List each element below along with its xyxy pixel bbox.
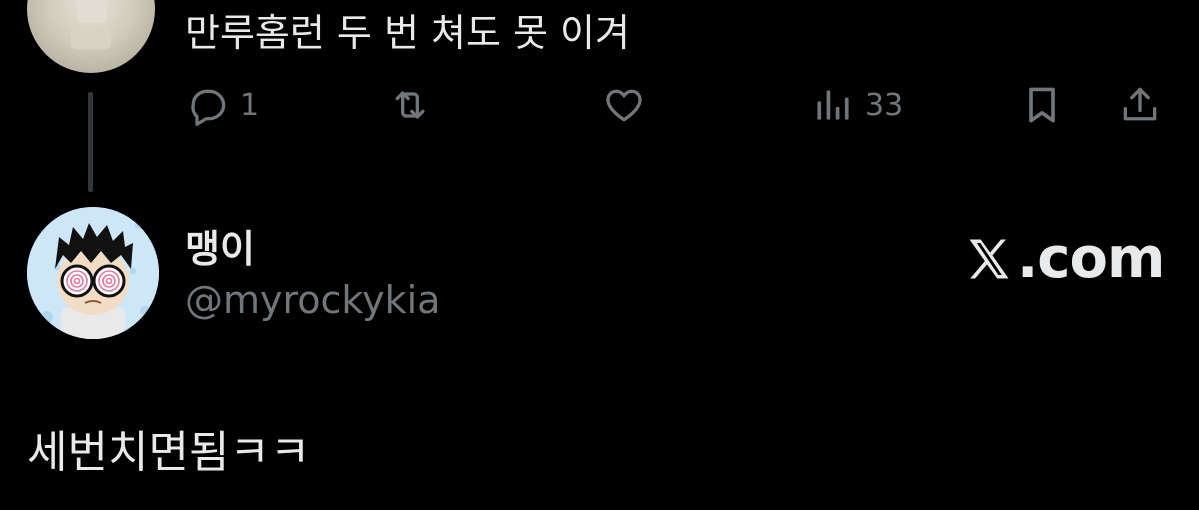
bookmark-button[interactable]: [1020, 82, 1064, 128]
reply-author-avatar[interactable]: [27, 0, 155, 73]
reply-count: 1: [240, 87, 260, 123]
heart-icon: [606, 89, 642, 122]
share-button[interactable]: [1118, 82, 1162, 128]
bar-chart-icon: [817, 90, 849, 120]
cartoon-face-avatar-icon: [27, 207, 159, 339]
tweet-author-avatar[interactable]: [27, 207, 159, 339]
x-com-brand: .com: [963, 226, 1165, 291]
reply-text: 만루홈런 두 번 쳐도 못 이겨: [185, 11, 630, 55]
views-count: 33: [865, 87, 904, 123]
brand-domain-label: .com: [1017, 226, 1165, 291]
reply-action-button[interactable]: 1: [186, 82, 259, 128]
like-button[interactable]: [602, 82, 656, 128]
repost-button[interactable]: [388, 82, 442, 128]
tweet-text: 세번치면됨ㅋㅋ: [27, 427, 311, 478]
views-button[interactable]: 33: [811, 82, 903, 128]
speech-bubble-icon: [191, 89, 226, 126]
repost-icon: [395, 91, 425, 119]
x-logo-icon: [969, 239, 1009, 278]
share-icon: [1123, 87, 1157, 121]
display-name[interactable]: 맹이: [185, 218, 255, 273]
bookmark-icon: [1029, 87, 1055, 123]
thread-connector-line: [88, 92, 93, 192]
user-handle[interactable]: @myrockykia: [185, 278, 440, 322]
